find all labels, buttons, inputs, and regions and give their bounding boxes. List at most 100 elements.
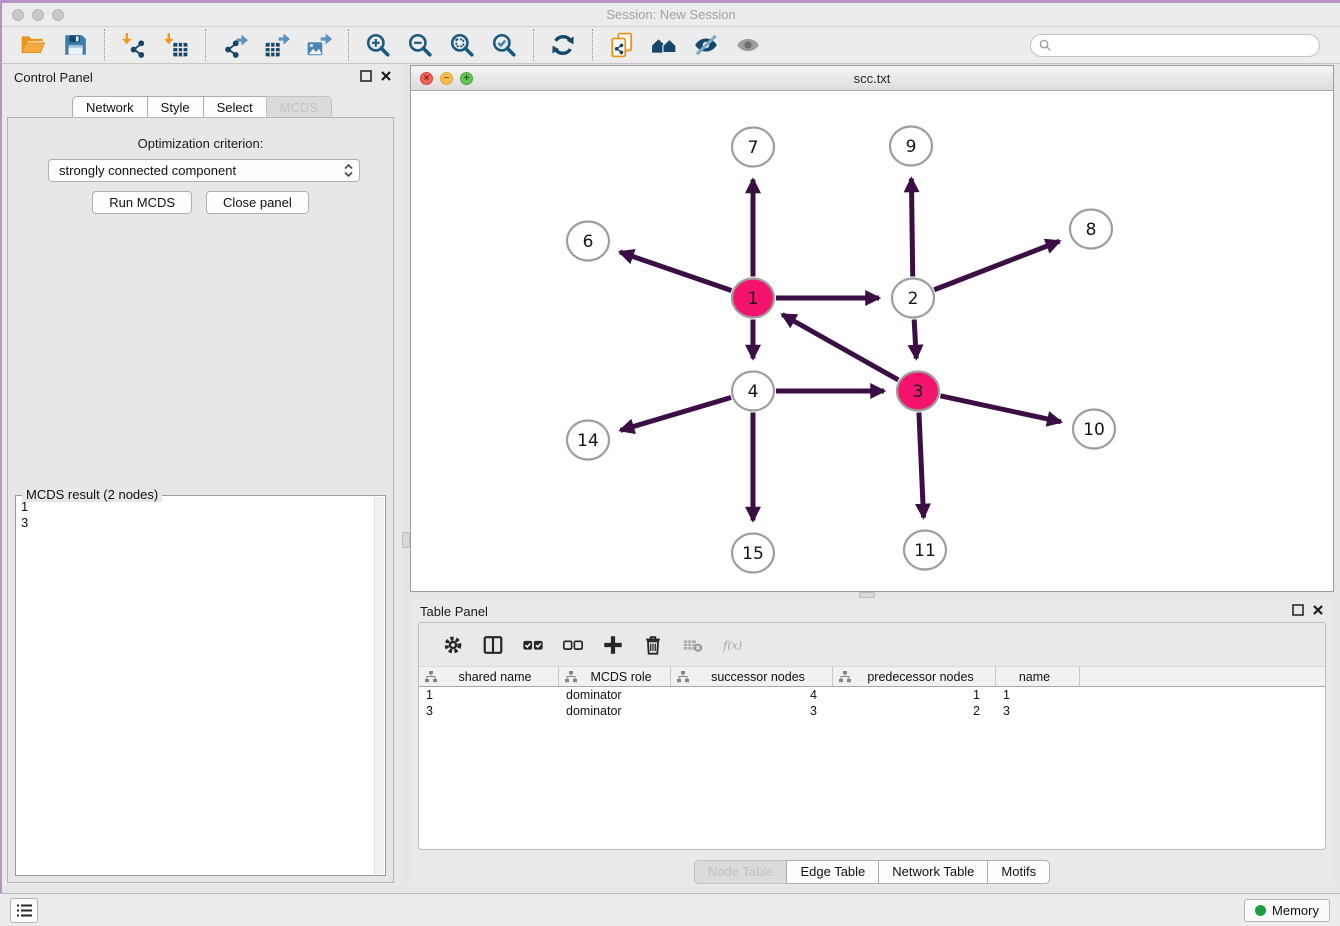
float-panel-icon[interactable] bbox=[1292, 604, 1304, 616]
eye-slash-icon bbox=[693, 32, 719, 58]
graph-node-2[interactable]: 2 bbox=[892, 279, 934, 318]
export-network-button[interactable] bbox=[220, 30, 250, 60]
fx-icon: f(x) bbox=[722, 634, 744, 656]
optimization-criterion-select[interactable]: strongly connected component bbox=[48, 159, 360, 182]
new-network-from-selection-button[interactable] bbox=[607, 30, 637, 60]
workspace: Control Panel NetworkStyleSelectMCDS Opt… bbox=[2, 64, 1340, 893]
network-view-window: × − + scc.txt 7 9 6 8 1 2 4 3 14 10 15 11 bbox=[410, 65, 1334, 592]
column-type-icon bbox=[564, 670, 578, 684]
mcds-result-list[interactable]: 1 3 bbox=[21, 499, 371, 531]
list-icon bbox=[16, 902, 33, 919]
node-label: 2 bbox=[908, 289, 919, 309]
table-cell: 3 bbox=[996, 703, 1080, 719]
export-image-icon bbox=[306, 32, 332, 58]
delete-table-icon bbox=[682, 634, 704, 656]
graph-node-1[interactable]: 1 bbox=[732, 279, 774, 318]
result-scrollbar[interactable] bbox=[374, 497, 384, 874]
float-panel-icon[interactable] bbox=[360, 70, 372, 82]
zoom-selected-button[interactable] bbox=[489, 30, 519, 60]
tab-edge-table[interactable]: Edge Table bbox=[786, 860, 879, 884]
close-panel-button[interactable]: Close panel bbox=[206, 191, 309, 214]
column-header-predecessor-nodes[interactable]: predecessor nodes bbox=[833, 667, 996, 686]
search-input[interactable] bbox=[1057, 38, 1311, 52]
close-panel-icon[interactable] bbox=[1312, 604, 1324, 616]
run-mcds-button[interactable]: Run MCDS bbox=[92, 191, 192, 214]
delete-column-button[interactable] bbox=[638, 630, 668, 660]
show-panels-button[interactable] bbox=[10, 898, 38, 923]
graph-edge-2-8[interactable] bbox=[934, 241, 1059, 290]
graph-node-14[interactable]: 14 bbox=[567, 421, 609, 460]
zoom-out-button[interactable] bbox=[405, 30, 435, 60]
graph-node-15[interactable]: 15 bbox=[732, 534, 774, 573]
memory-button[interactable]: Memory bbox=[1244, 899, 1330, 922]
graph-edge-3-1[interactable] bbox=[782, 315, 898, 380]
select-all-columns-button[interactable] bbox=[518, 630, 548, 660]
network-graph: 7 9 6 8 1 2 4 3 14 10 15 11 bbox=[411, 91, 1333, 591]
column-header-shared-name[interactable]: shared name bbox=[419, 667, 559, 686]
table-panel-tabs: Node TableEdge TableNetwork TableMotifs bbox=[410, 860, 1334, 884]
apply-layout-button[interactable] bbox=[548, 30, 578, 60]
node-label: 14 bbox=[577, 431, 599, 451]
graph-edge-2-3[interactable] bbox=[914, 319, 916, 358]
save-session-button[interactable] bbox=[60, 30, 90, 60]
control-panel-header: Control Panel bbox=[2, 64, 402, 90]
import-table-icon bbox=[163, 32, 189, 58]
split-table-button[interactable] bbox=[478, 630, 508, 660]
tab-node-table[interactable]: Node Table bbox=[694, 860, 788, 884]
network-canvas[interactable]: 7 9 6 8 1 2 4 3 14 10 15 11 bbox=[411, 91, 1333, 591]
import-network-button[interactable] bbox=[119, 30, 149, 60]
graph-node-10[interactable]: 10 bbox=[1073, 410, 1115, 449]
table-settings-button[interactable] bbox=[438, 630, 468, 660]
table-row[interactable]: 3dominator323 bbox=[419, 703, 1325, 719]
zoom-out-icon bbox=[407, 32, 433, 58]
show-visual-properties-button[interactable] bbox=[733, 30, 763, 60]
session-title: Session: New Session bbox=[2, 7, 1340, 22]
graph-edge-3-10[interactable] bbox=[940, 396, 1060, 422]
open-folder-icon bbox=[20, 32, 46, 58]
tab-motifs[interactable]: Motifs bbox=[987, 860, 1050, 884]
column-header-mcds-role[interactable]: MCDS role bbox=[559, 667, 671, 686]
vertical-splitter-handle[interactable] bbox=[402, 532, 410, 548]
tab-network-table[interactable]: Network Table bbox=[878, 860, 988, 884]
toolbar-separator bbox=[533, 29, 534, 61]
graph-node-6[interactable]: 6 bbox=[567, 222, 609, 261]
zoom-fit-button[interactable] bbox=[447, 30, 477, 60]
delete-table-button[interactable] bbox=[678, 630, 708, 660]
mcds-result-box: MCDS result (2 nodes) 1 3 bbox=[15, 495, 386, 876]
gear-icon bbox=[442, 634, 464, 656]
control-panel-title: Control Panel bbox=[14, 70, 93, 85]
graph-edge-3-11[interactable] bbox=[919, 412, 924, 517]
column-header-name[interactable]: name bbox=[996, 667, 1080, 686]
graph-node-7[interactable]: 7 bbox=[732, 128, 774, 167]
main-toolbar bbox=[2, 27, 1340, 64]
function-builder-button[interactable]: f(x) bbox=[718, 630, 748, 660]
graph-node-11[interactable]: 11 bbox=[904, 531, 946, 570]
column-type-icon bbox=[676, 670, 690, 684]
vertical-splitter[interactable] bbox=[402, 64, 410, 885]
hide-visual-properties-button[interactable] bbox=[691, 30, 721, 60]
add-column-button[interactable] bbox=[598, 630, 628, 660]
close-panel-icon[interactable] bbox=[380, 70, 392, 82]
home-pair-button[interactable] bbox=[649, 30, 679, 60]
open-session-button[interactable] bbox=[18, 30, 48, 60]
graph-node-3[interactable]: 3 bbox=[897, 372, 939, 411]
graph-edge-4-14[interactable] bbox=[620, 398, 731, 431]
optimization-criterion-label: Optimization criterion: bbox=[8, 136, 393, 151]
unselect-all-columns-button[interactable] bbox=[558, 630, 588, 660]
graph-edge-2-9[interactable] bbox=[911, 178, 912, 276]
graph-node-4[interactable]: 4 bbox=[732, 372, 774, 411]
status-bar: Memory bbox=[0, 893, 1340, 926]
column-header-successor-nodes[interactable]: successor nodes bbox=[671, 667, 833, 686]
graph-node-8[interactable]: 8 bbox=[1070, 210, 1112, 249]
graph-edge-1-6[interactable] bbox=[620, 252, 731, 291]
table-row[interactable]: 1dominator411 bbox=[419, 687, 1325, 703]
column-label: predecessor nodes bbox=[852, 670, 995, 684]
zoom-in-button[interactable] bbox=[363, 30, 393, 60]
search-icon bbox=[1039, 39, 1052, 52]
graph-node-9[interactable]: 9 bbox=[890, 127, 932, 166]
network-window-titlebar[interactable]: × − + scc.txt bbox=[411, 66, 1333, 91]
export-table-button[interactable] bbox=[262, 30, 292, 60]
export-image-button[interactable] bbox=[304, 30, 334, 60]
import-table-button[interactable] bbox=[161, 30, 191, 60]
unchecked-boxes-icon bbox=[562, 634, 584, 656]
